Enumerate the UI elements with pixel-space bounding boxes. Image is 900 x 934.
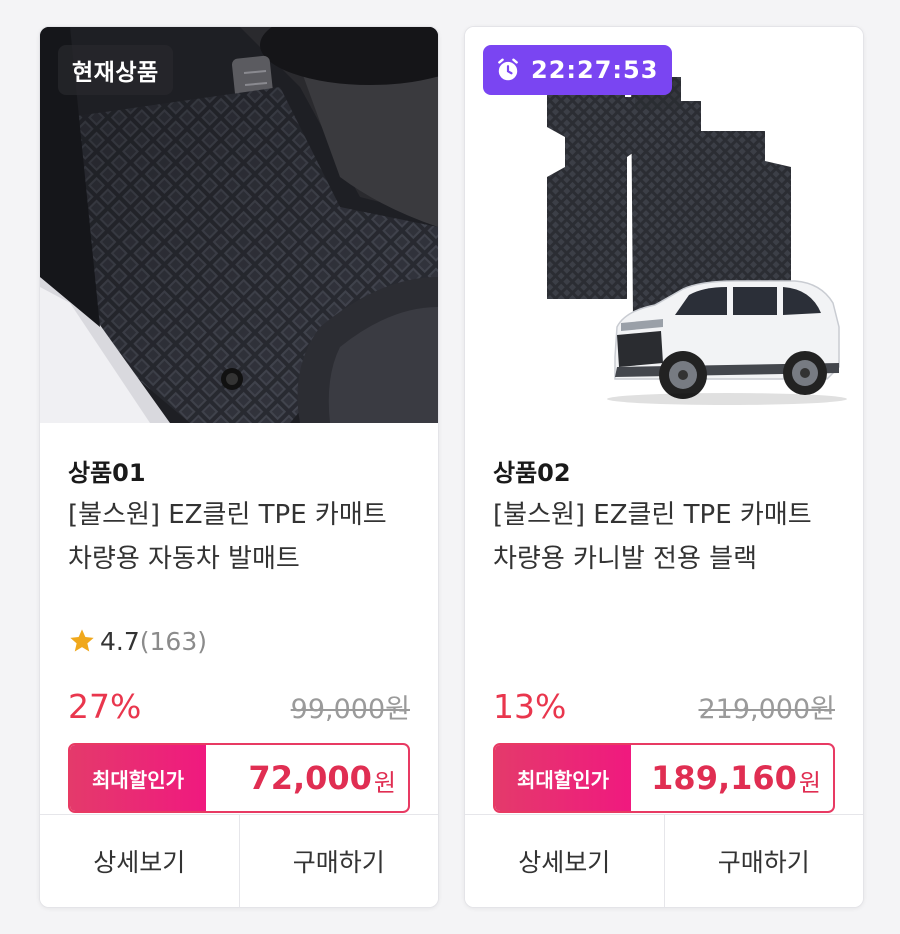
alarm-clock-icon — [498, 58, 518, 81]
product-card-01: 현재상품 상품01 [불스원] EZ클린 TPE 카매트 차량용 자동차 발매트… — [39, 26, 439, 908]
original-price: 99,000원 — [290, 693, 410, 725]
card-actions: 상세보기 구매하기 — [40, 814, 438, 907]
product-name[interactable]: [불스원] EZ클린 TPE 카매트 차량용 자동차 발매트 — [68, 493, 410, 581]
product-card-02: 22:27:53 상품02 [불스원] EZ클린 TPE 카매트 차량용 카니발… — [464, 26, 864, 908]
max-discount-price: 189,160 원 — [631, 745, 833, 811]
detail-button[interactable]: 상세보기 — [40, 815, 239, 907]
product-image-carnival-mat[interactable]: 22:27:53 — [465, 27, 863, 423]
product-code: 상품02 — [493, 459, 571, 487]
product-name[interactable]: [불스원] EZ클린 TPE 카매트 차량용 카니발 전용 블랙 — [493, 493, 835, 581]
original-price: 219,000원 — [698, 693, 836, 725]
product-code: 상품01 — [68, 459, 146, 487]
max-discount-price: 72,000 원 — [206, 745, 408, 811]
product-image-car-floor-mat[interactable]: 현재상품 — [40, 27, 438, 423]
max-price-value: 72,000 — [248, 759, 372, 797]
product-compare-page: 현재상품 상품01 [불스원] EZ클린 TPE 카매트 차량용 자동차 발매트… — [0, 0, 900, 934]
discount-rate: 27% — [68, 686, 142, 726]
rating-value: 4.7 — [100, 626, 140, 656]
max-price-value: 189,160 — [651, 759, 797, 797]
buy-button[interactable]: 구매하기 — [663, 815, 863, 907]
price-row: 13% 219,000원 — [493, 683, 835, 729]
currency-unit: 원 — [798, 768, 821, 797]
max-discount-price-box: 최대할인가 72,000 원 — [68, 743, 410, 813]
price-row: 27% 99,000원 — [68, 683, 410, 729]
currency-unit: 원 — [373, 768, 396, 797]
max-discount-label: 최대할인가 — [70, 745, 206, 811]
countdown-time: 22:27:53 — [531, 56, 659, 84]
product-info: 상품01 [불스원] EZ클린 TPE 카매트 차량용 자동차 발매트 — [68, 453, 410, 581]
discount-rate: 13% — [493, 686, 567, 726]
card-actions: 상세보기 구매하기 — [465, 814, 863, 907]
review-count: (163) — [139, 626, 207, 656]
max-discount-label: 최대할인가 — [495, 745, 631, 811]
product-info: 상품02 [불스원] EZ클린 TPE 카매트 차량용 카니발 전용 블랙 — [493, 453, 835, 581]
product-rating: 4.7 (163) — [68, 623, 207, 659]
max-discount-price-box: 최대할인가 189,160 원 — [493, 743, 835, 813]
star-icon — [70, 629, 94, 652]
buy-button[interactable]: 구매하기 — [238, 815, 438, 907]
countdown-timer-badge: 22:27:53 — [483, 45, 673, 95]
detail-button[interactable]: 상세보기 — [465, 815, 664, 907]
current-product-badge: 현재상품 — [58, 45, 173, 95]
